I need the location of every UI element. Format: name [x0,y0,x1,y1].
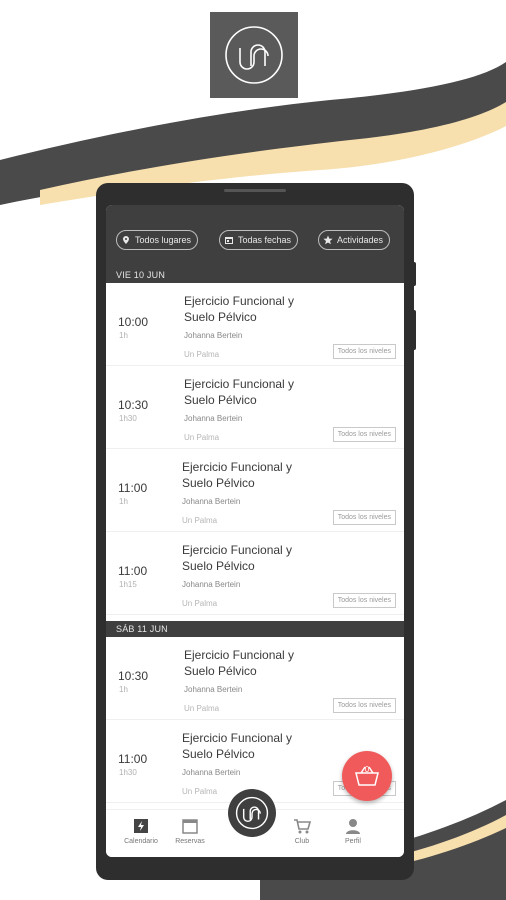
class-instructor: Johanna Bertein [184,685,243,694]
nav-label: Perfil [345,838,361,845]
cart-count: 0 [364,765,370,774]
class-title: Ejercicio Funcional y Suelo Pélvico [182,543,293,573]
class-instructor: Johanna Bertein [184,331,243,340]
class-title: Ejercicio Funcional y Suelo Pélvico [182,460,293,490]
class-instructor: Johanna Bertein [182,768,241,777]
calendar-icon [182,819,198,834]
class-duration: 1h15 [119,580,137,589]
level-badge: Todos los niveles [332,698,396,713]
app-logo [210,12,298,98]
calendar-bolt-icon [134,819,148,833]
nav-item-club[interactable]: Club [277,818,327,845]
filter-chip-places[interactable]: Todos lugares [116,230,199,250]
class-duration: 1h [119,497,128,506]
class-duration: 1h [119,331,128,340]
location-pin-icon [123,236,129,244]
nav-label: Reservas [175,838,205,845]
filter-chip-dates[interactable]: Todas fechas [219,230,299,250]
class-title: Ejercicio Funcional y Suelo Pélvico [184,294,295,324]
class-location: Un Palma [184,704,220,713]
level-badge: Todos los niveles [332,427,396,442]
class-time: 11:00 [118,481,148,495]
filter-chip-label: Todas fechas [238,235,292,245]
phone-side-button [412,262,416,286]
class-time: 10:30 [118,398,149,412]
cart-icon [294,819,312,834]
center-home-button[interactable] [228,789,276,837]
class-title: Ejercicio Funcional y Suelo Pélvico [184,377,295,407]
star-icon [323,235,333,245]
level-badge: Todos los niveles [332,344,396,359]
phone-speaker [224,189,286,192]
nav-label: Club [294,838,310,845]
class-title: Ejercicio Funcional y Suelo Pélvico [184,648,295,678]
class-instructor: Johanna Bertein [182,580,241,589]
class-row[interactable]: 11:00 1h15 Ejercicio Funcional y Suelo Pé… [106,532,404,615]
class-row[interactable]: 10:00 1h Ejercicio Funcional y Suelo Pélv… [106,283,404,366]
class-row[interactable]: 10:30 1h Ejercicio Funcional y Suelo Pélv… [106,637,404,720]
class-location: Un Palma [184,350,220,359]
un-logo-icon [225,26,283,84]
class-row[interactable]: 11:00 1h Ejercicio Funcional y Suelo Pélv… [106,449,404,532]
level-badge: Todos los niveles [332,593,396,608]
class-duration: 1h30 [119,768,137,777]
class-duration: 1h [119,685,128,694]
class-duration: 1h30 [119,414,137,423]
class-location: Un Palma [182,516,218,525]
filter-chip-activities[interactable]: Actividades [318,230,391,250]
class-time: 10:00 [118,315,149,329]
filter-chip-label: Todos lugares [135,235,192,245]
calendar-icon [225,237,233,244]
app-screen: Todos lugares Todas fechas Actividades V… [106,205,404,857]
class-instructor: Johanna Bertein [184,414,243,423]
person-icon [346,819,360,834]
class-location: Un Palma [182,599,218,608]
cart-fab-button[interactable]: 0 [342,751,392,801]
phone-side-button [412,310,416,350]
class-instructor: Johanna Bertein [182,497,241,506]
nav-item-reservas[interactable]: Reservas [165,818,215,845]
class-location: Un Palma [182,787,218,796]
class-time: 11:00 [118,564,148,578]
nav-item-calendario[interactable]: Calendario [116,818,166,845]
nav-label: Calendario [124,838,158,845]
day-header: SÁB 11 JUN [106,621,404,637]
filter-chip-label: Actividades [337,235,384,245]
un-logo-icon [235,796,269,830]
filter-bar: Todos lugares Todas fechas Actividades [106,205,404,267]
class-location: Un Palma [184,433,220,442]
class-row[interactable]: 10:30 1h30 Ejercicio Funcional y Suelo Pé… [106,366,404,449]
level-badge: Todos los niveles [332,510,396,525]
nav-item-perfil[interactable]: Perfil [328,818,378,845]
class-time: 10:30 [118,669,149,683]
phone-frame: Todos lugares Todas fechas Actividades V… [96,183,414,880]
class-title: Ejercicio Funcional y Suelo Pélvico [182,731,293,761]
class-time: 11:00 [118,752,148,766]
day-header: VIE 10 JUN [106,267,404,283]
